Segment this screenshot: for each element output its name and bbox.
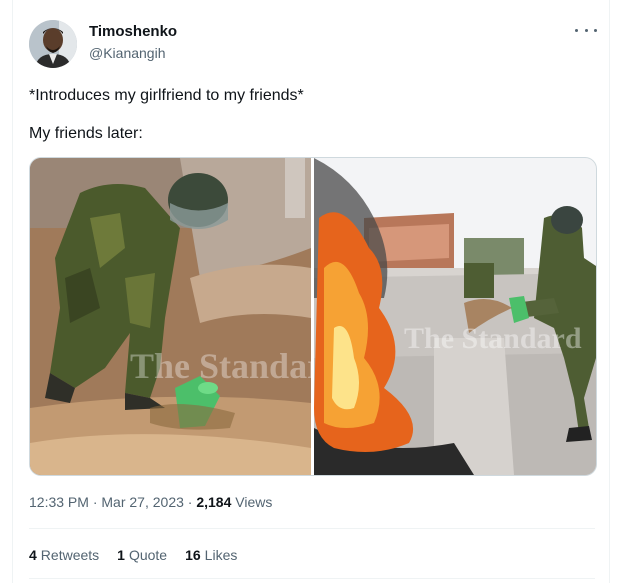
tweet-card: Timoshenko @Kianangih *Introduces my gir… [12, 0, 610, 583]
police-officer-photo: The Standard [30, 158, 311, 475]
tweet-time[interactable]: 12:33 PM [29, 494, 89, 510]
media-watermark-right: The Standard [404, 322, 582, 355]
more-options-button[interactable] [575, 22, 597, 38]
views-count: 2,184 [196, 494, 232, 510]
likes-label: Likes [204, 547, 238, 563]
likes-count: 16 [185, 547, 201, 563]
tweet-text-line-1: *Introduces my girlfriend to my friends* [29, 87, 304, 104]
tire-fire-photo: The Standard [314, 158, 596, 475]
avatar-image [29, 20, 77, 68]
avatar[interactable] [29, 20, 77, 68]
more-horizontal-icon [575, 28, 578, 32]
meta-separator: · [88, 494, 102, 510]
views-label: Views [231, 494, 273, 510]
tweet-meta: 12:33 PM · Mar 27, 2023 · 2,184 Views [29, 494, 272, 510]
more-horizontal-icon [584, 28, 588, 32]
retweets-count: 4 [29, 547, 37, 563]
media-photo-left[interactable]: The Standard [30, 158, 311, 475]
tweet-media[interactable]: The Standard [29, 157, 597, 476]
divider [29, 528, 595, 529]
tweet-date[interactable]: Mar 27, 2023 [101, 494, 184, 510]
more-horizontal-icon [594, 28, 597, 32]
tweet-text-line-2: My friends later: [29, 125, 143, 142]
likes-link[interactable]: 16 Likes [185, 547, 237, 563]
divider [29, 578, 595, 579]
retweets-label: Retweets [40, 547, 100, 563]
quotes-count: 1 [117, 547, 125, 563]
media-photo-right[interactable]: The Standard [314, 158, 596, 475]
quotes-label: Quote [128, 547, 168, 563]
tweet-stats: 4 Retweets 1 Quote 16 Likes [29, 547, 237, 563]
meta-separator: · [183, 494, 197, 510]
quotes-link[interactable]: 1 Quote [117, 547, 167, 563]
author-handle[interactable]: @Kianangih [89, 45, 166, 61]
author-name[interactable]: Timoshenko [89, 23, 177, 40]
media-watermark-left: The Standard [130, 346, 311, 386]
retweets-link[interactable]: 4 Retweets [29, 547, 99, 563]
